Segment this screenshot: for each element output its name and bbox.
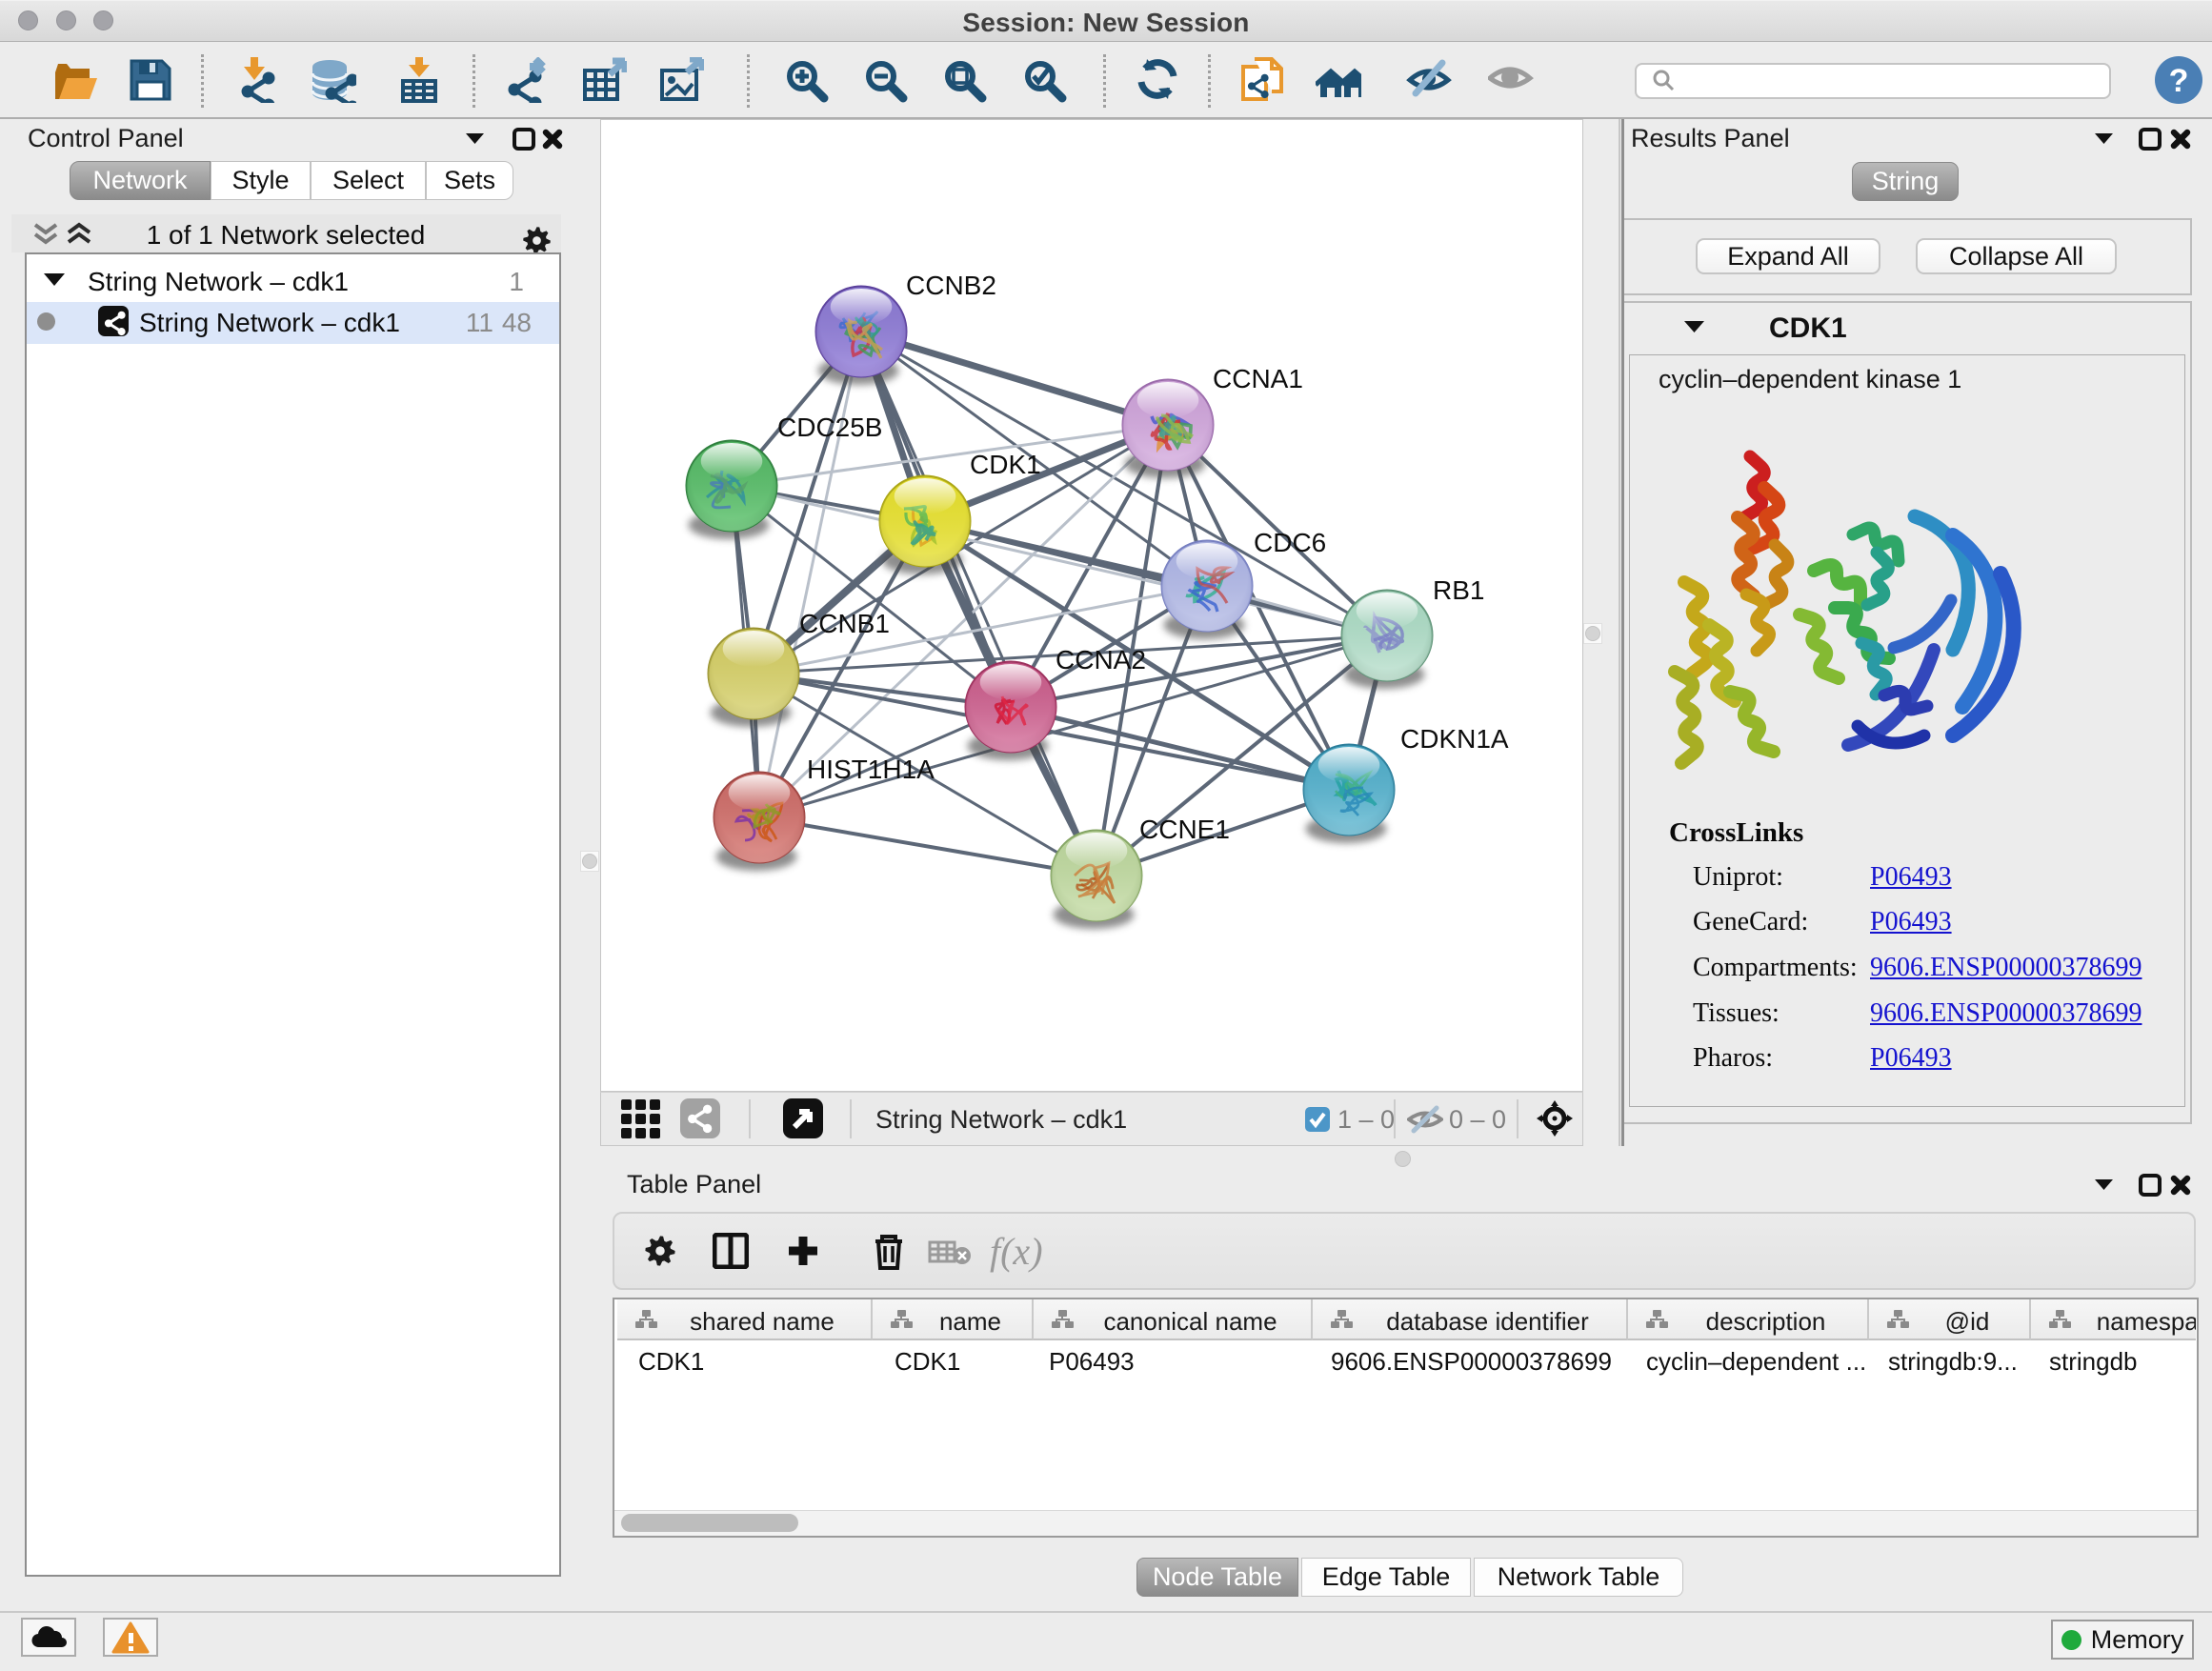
svg-text:CCNB1: CCNB1 bbox=[799, 609, 890, 638]
svg-text:RB1: RB1 bbox=[1433, 575, 1484, 605]
svg-text:?: ? bbox=[2169, 63, 2189, 99]
svg-text:CCNA1: CCNA1 bbox=[1213, 364, 1303, 393]
svg-text:CDC25B: CDC25B bbox=[777, 413, 882, 442]
svg-text:CCNA2: CCNA2 bbox=[1056, 645, 1146, 674]
svg-text:CCNB2: CCNB2 bbox=[906, 271, 996, 300]
svg-text:CCNE1: CCNE1 bbox=[1139, 815, 1230, 844]
svg-text:CDC6: CDC6 bbox=[1254, 528, 1326, 557]
svg-text:CDKN1A: CDKN1A bbox=[1400, 724, 1509, 754]
svg-text:CDK1: CDK1 bbox=[970, 450, 1041, 479]
svg-text:HIST1H1A: HIST1H1A bbox=[807, 755, 935, 784]
